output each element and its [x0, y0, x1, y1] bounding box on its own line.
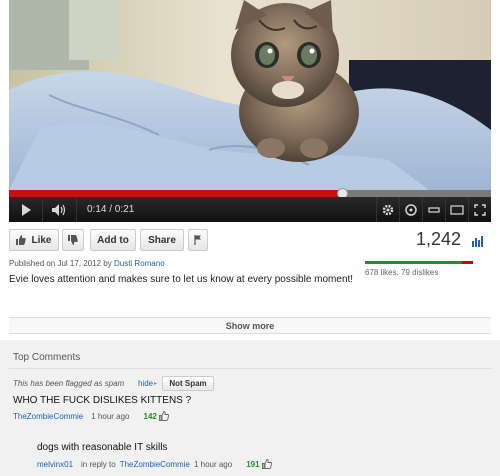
player-controls: 0:14 / 0:21	[9, 197, 491, 222]
kitten-video-image	[9, 0, 491, 190]
small-player-button[interactable]	[422, 197, 445, 222]
comments-divider	[9, 368, 491, 369]
fullscreen-button[interactable]	[468, 197, 491, 222]
reply-prefix: in reply to	[81, 459, 116, 469]
comment-time: 1 hour ago	[193, 459, 233, 469]
fullscreen-icon	[474, 203, 486, 216]
stats-icon[interactable]	[471, 235, 483, 247]
video-actions-bar: Like Add to Share 1,242	[9, 229, 491, 253]
thumbs-up-icon[interactable]	[158, 411, 169, 421]
comment-meta: melvinx01 in reply to TheZombieCommie 1 …	[37, 459, 272, 469]
playback-time: 0:14 / 0:21	[87, 204, 135, 215]
like-button[interactable]: Like	[9, 229, 59, 251]
volume-button[interactable]	[43, 197, 77, 222]
video-player[interactable]: 0:14 / 0:21	[0, 0, 500, 222]
flag-button[interactable]	[188, 229, 208, 251]
caret-right-icon: ▸	[154, 381, 158, 387]
uploader-link[interactable]: Dusti Romano	[114, 259, 165, 268]
video-description: Evie loves attention and makes sure to l…	[9, 274, 354, 285]
play-icon	[21, 203, 31, 216]
thumbs-up-icon	[16, 235, 27, 245]
likes-dislikes-count: 678 likes, 79 dislikes	[365, 268, 439, 277]
comment-score: 191	[246, 459, 260, 469]
comment-meta: TheZombieCommie 1 hour ago 142	[13, 411, 169, 421]
like-label: Like	[31, 234, 52, 246]
view-count: 1,242	[415, 229, 461, 249]
published-info: Published on Jul 17, 2012 by Dusti Roman…	[9, 259, 165, 268]
likes-ratio-bar	[365, 261, 473, 264]
thumbs-down-icon	[68, 235, 78, 245]
thumbs-up-icon[interactable]	[261, 459, 272, 469]
settings-button[interactable]	[376, 197, 399, 222]
large-player-icon	[450, 204, 464, 215]
comment-score: 142	[143, 411, 157, 421]
not-spam-button[interactable]: Not Spam	[162, 376, 214, 391]
comment-author-link[interactable]: melvinx01	[37, 460, 73, 469]
gear-icon	[382, 204, 394, 215]
flag-icon	[194, 235, 201, 245]
show-more-button[interactable]: Show more	[9, 317, 491, 334]
share-button[interactable]: Share	[140, 229, 184, 251]
reply-to-link[interactable]: TheZombieCommie	[120, 460, 190, 469]
likes-ratio-fill	[365, 261, 462, 264]
comment-time: 1 hour ago	[91, 411, 130, 421]
top-comments-heading: Top Comments	[13, 352, 81, 363]
comment-text: dogs with reasonable IT skills	[37, 442, 168, 453]
comment-author-link[interactable]: TheZombieCommie	[13, 412, 83, 421]
annotations-icon	[405, 203, 417, 216]
published-date: Published on Jul 17, 2012 by	[9, 259, 114, 268]
spam-flag-notice: This has been flagged as spam	[13, 379, 125, 388]
comment-text: WHO THE FUCK DISLIKES KITTENS ?	[13, 395, 192, 406]
progress-bar[interactable]	[9, 190, 491, 197]
play-button[interactable]	[9, 197, 43, 222]
video-frame-kitten[interactable]	[9, 0, 491, 190]
progress-played	[9, 190, 342, 197]
dislike-button[interactable]	[62, 229, 84, 251]
add-to-button[interactable]: Add to	[90, 229, 136, 251]
large-player-button[interactable]	[445, 197, 468, 222]
annotations-button[interactable]	[399, 197, 422, 222]
small-player-icon	[428, 206, 440, 213]
hide-link[interactable]: hide	[138, 379, 153, 388]
volume-icon	[51, 203, 65, 216]
